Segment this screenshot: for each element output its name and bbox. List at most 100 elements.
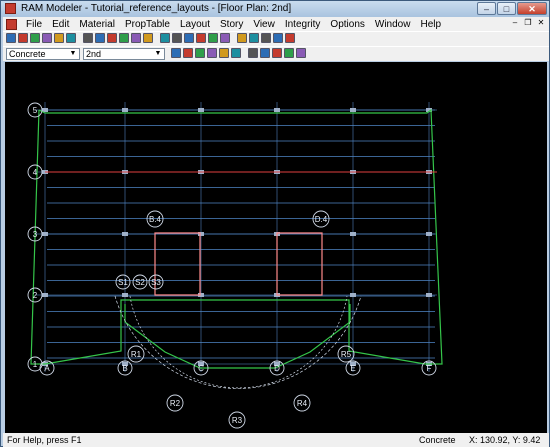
radial-bubble-R5[interactable]: R5: [337, 345, 355, 363]
column-marker[interactable]: [198, 108, 204, 112]
window-title: RAM Modeler - Tutorial_reference_layouts…: [21, 3, 292, 14]
snap-grid-icon[interactable]: [171, 48, 181, 58]
opening-right: [276, 232, 323, 296]
svg-text:C: C: [198, 364, 204, 373]
s-bubble-S3[interactable]: S3: [148, 274, 164, 290]
svg-text:R3: R3: [232, 416, 243, 425]
material-select-value: Concrete: [9, 49, 46, 59]
column-marker[interactable]: [350, 232, 356, 236]
menu-proptable[interactable]: PropTable: [120, 19, 175, 30]
help-icon[interactable]: [285, 33, 295, 43]
assign-icon[interactable]: [219, 48, 229, 58]
radial-bubble-R1[interactable]: R1: [127, 345, 145, 363]
redraw-icon[interactable]: [273, 33, 283, 43]
print-icon[interactable]: [18, 33, 28, 43]
column-icon[interactable]: [42, 33, 52, 43]
minimize-button[interactable]: –: [477, 2, 496, 15]
maximize-button[interactable]: □: [497, 2, 516, 15]
radial-bubble-R3[interactable]: R3: [228, 411, 246, 429]
column-marker[interactable]: [42, 232, 48, 236]
layout-icon[interactable]: [131, 33, 141, 43]
app-window: RAM Modeler - Tutorial_reference_layouts…: [0, 0, 550, 447]
floor-plan-canvas[interactable]: 5 4 3 2 1 A B C D E F B.4 D.4 R1 R2 R3 R4 R5 S1 S2 S3: [5, 62, 547, 433]
paste-icon[interactable]: [184, 33, 194, 43]
menu-integrity[interactable]: Integrity: [280, 19, 326, 30]
radial-bubble-R2[interactable]: R2: [166, 394, 184, 412]
undo-icon[interactable]: [196, 33, 206, 43]
select-icon[interactable]: [207, 48, 217, 58]
zoom-window-icon[interactable]: [249, 33, 259, 43]
deck-icon[interactable]: [95, 33, 105, 43]
column-marker[interactable]: [122, 108, 128, 112]
display-icon[interactable]: [260, 48, 270, 58]
story-select-value: 2nd: [86, 49, 102, 59]
redo-icon[interactable]: [208, 33, 218, 43]
beam-icon[interactable]: [30, 33, 40, 43]
s-bubble-S1[interactable]: S1: [115, 274, 131, 290]
cut-icon[interactable]: [160, 33, 170, 43]
menu-view[interactable]: View: [248, 19, 280, 30]
grid-bubble-D4[interactable]: D.4: [312, 210, 330, 228]
layer-icon[interactable]: [296, 48, 306, 58]
menu-options[interactable]: Options: [325, 19, 369, 30]
menu-story[interactable]: Story: [215, 19, 248, 30]
slab-icon[interactable]: [83, 33, 93, 43]
column-marker[interactable]: [350, 293, 356, 297]
close-button[interactable]: ✕: [517, 2, 547, 15]
document-icon[interactable]: [6, 18, 17, 30]
delete-icon[interactable]: [195, 48, 205, 58]
menu-material[interactable]: Material: [74, 19, 120, 30]
save-icon[interactable]: [6, 33, 16, 43]
grid-bubble-col-F[interactable]: F: [421, 360, 437, 376]
grid-icon[interactable]: [119, 33, 129, 43]
secondary-toolbar: Concrete ▼ 2nd ▼: [3, 46, 549, 61]
grid-bubble-col-A[interactable]: A: [39, 360, 55, 376]
column-marker[interactable]: [350, 108, 356, 112]
svg-text:4: 4: [33, 168, 38, 177]
svg-text:2: 2: [33, 291, 38, 300]
brace-icon[interactable]: [54, 33, 64, 43]
column-marker[interactable]: [274, 108, 280, 112]
svg-text:1: 1: [33, 360, 38, 369]
svg-text:R1: R1: [131, 350, 142, 359]
s-bubble-S2[interactable]: S2: [132, 274, 148, 290]
column-marker[interactable]: [426, 232, 432, 236]
pan-icon[interactable]: [261, 33, 271, 43]
slab-edge-outline: [30, 108, 443, 365]
radial-bubble-R4[interactable]: R4: [293, 394, 311, 412]
wall-icon[interactable]: [66, 33, 76, 43]
zoom-out-icon[interactable]: [237, 33, 247, 43]
copy-icon[interactable]: [172, 33, 182, 43]
grid-bubble-col-B[interactable]: B: [117, 360, 133, 376]
mdi-restore-icon[interactable]: ❐: [523, 18, 533, 28]
column-marker[interactable]: [122, 232, 128, 236]
svg-text:5: 5: [33, 106, 38, 115]
column-marker[interactable]: [426, 293, 432, 297]
svg-text:3: 3: [33, 230, 38, 239]
material-select[interactable]: Concrete ▼: [6, 48, 80, 60]
grid-bubble-B4[interactable]: B.4: [146, 210, 164, 228]
opening-icon[interactable]: [107, 33, 117, 43]
mdi-close-icon[interactable]: ✕: [536, 18, 546, 28]
menu-layout[interactable]: Layout: [175, 19, 215, 30]
floor-plan-drawing[interactable]: 5 4 3 2 1 A B C D E F B.4 D.4 R1 R2 R3 R4 R5 S1 S2 S3: [5, 62, 547, 433]
column-marker[interactable]: [122, 293, 128, 297]
zoom-in-icon[interactable]: [220, 33, 230, 43]
story-select[interactable]: 2nd ▼: [83, 48, 165, 60]
column-marker[interactable]: [42, 293, 48, 297]
filter-icon[interactable]: [272, 48, 282, 58]
menu-file[interactable]: File: [21, 19, 47, 30]
view-icon[interactable]: [284, 48, 294, 58]
property-icon[interactable]: [143, 33, 153, 43]
frame-icon[interactable]: [231, 48, 241, 58]
grid-bubble-col-E[interactable]: E: [345, 360, 361, 376]
menu-bar: File Edit Material PropTable Layout Stor…: [3, 17, 549, 31]
menu-window[interactable]: Window: [370, 19, 416, 30]
menu-help[interactable]: Help: [415, 19, 446, 30]
svg-text:B: B: [122, 364, 127, 373]
menu-edit[interactable]: Edit: [47, 19, 74, 30]
load-icon[interactable]: [248, 48, 258, 58]
snap-point-icon[interactable]: [183, 48, 193, 58]
mdi-minimize-icon[interactable]: –: [510, 18, 520, 28]
svg-text:R2: R2: [170, 399, 181, 408]
